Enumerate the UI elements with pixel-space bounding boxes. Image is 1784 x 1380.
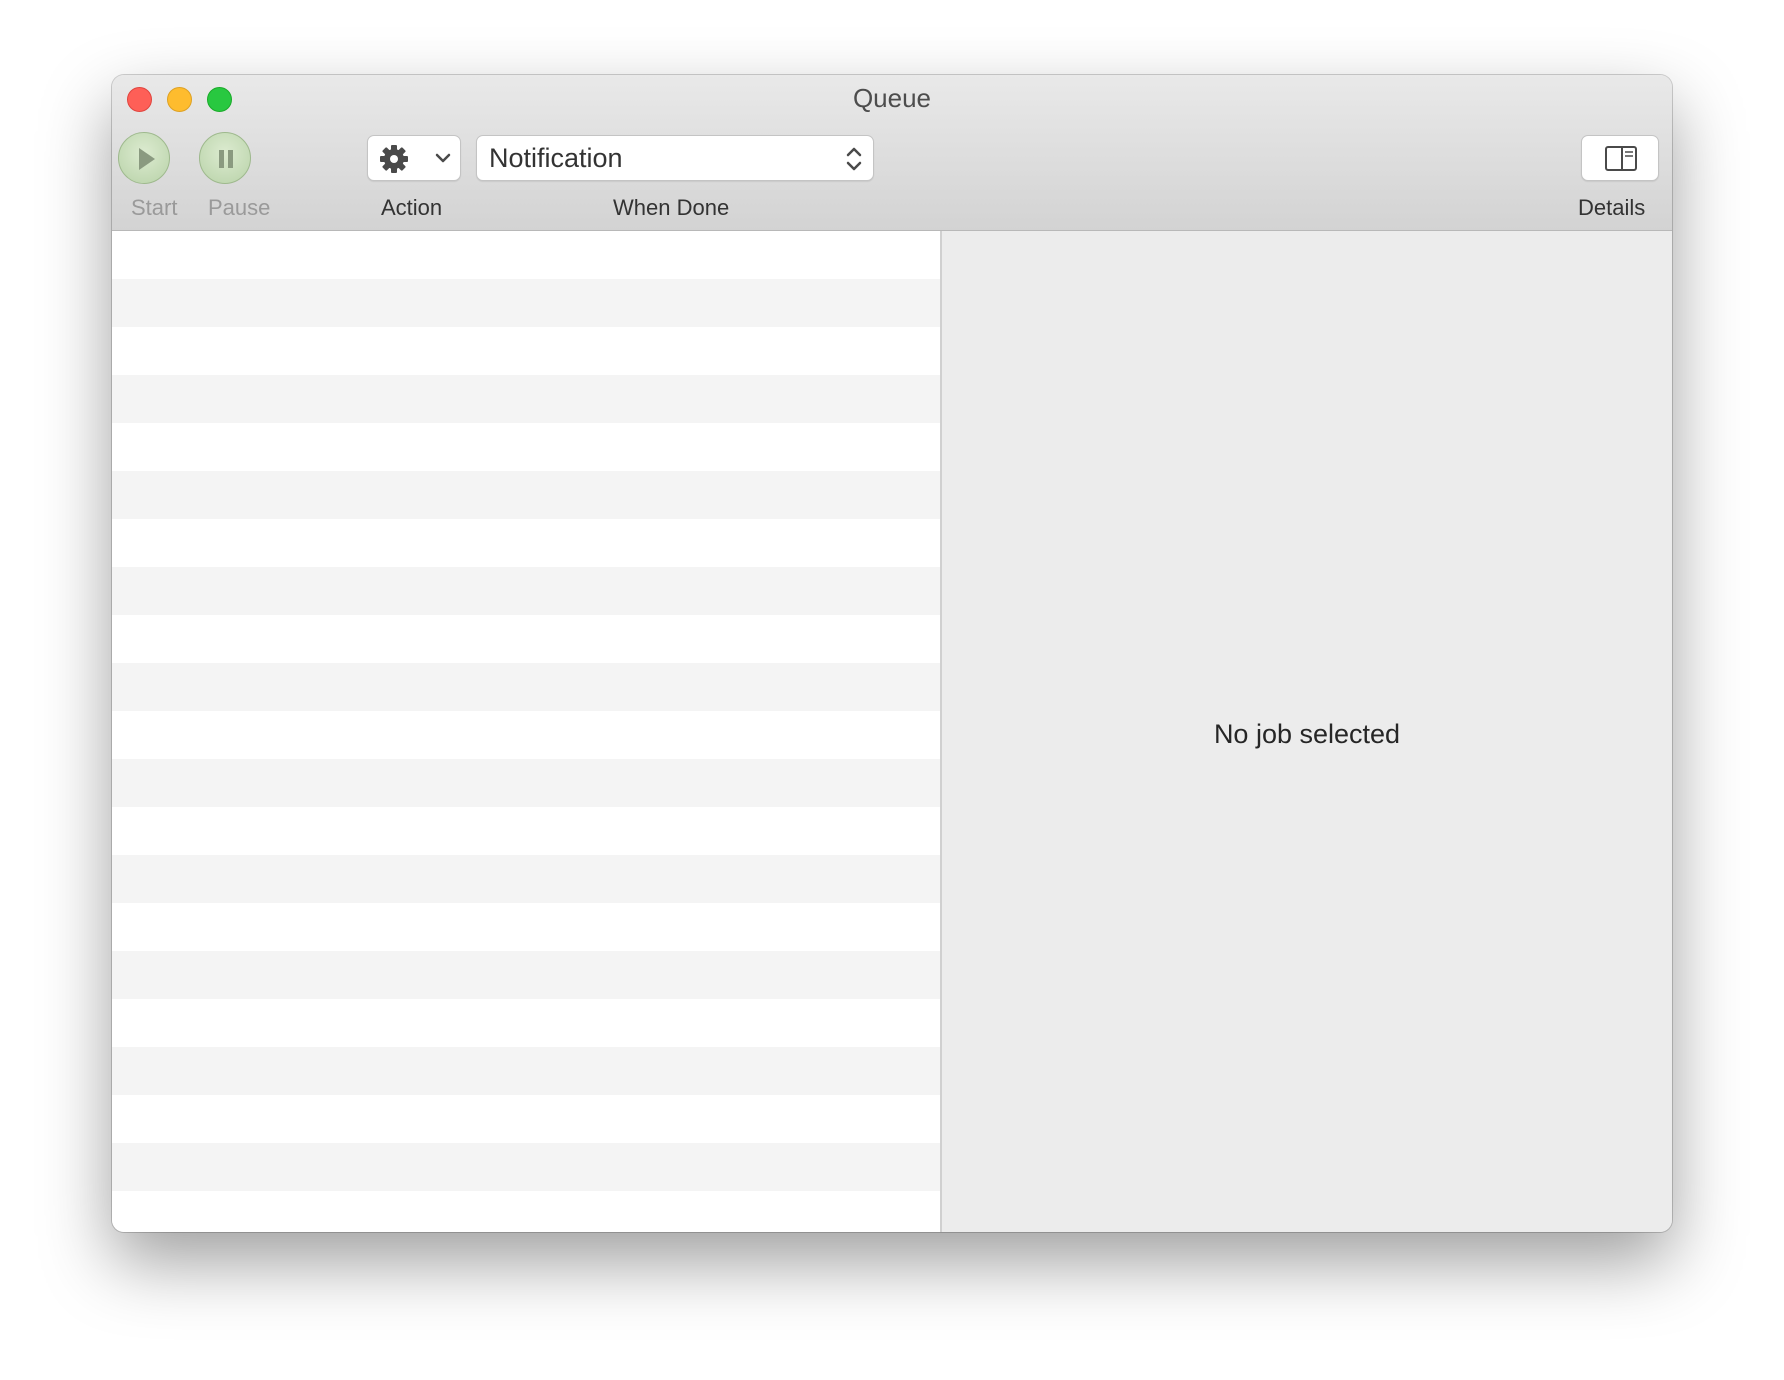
start-label: Start xyxy=(131,195,178,220)
pause-label: Pause xyxy=(208,195,271,220)
queue-list[interactable] xyxy=(112,231,940,1232)
when-done-label: When Done xyxy=(613,195,730,220)
action-button-graphics xyxy=(380,145,451,173)
empty-state-message: No job selected xyxy=(1213,719,1401,749)
start-button[interactable] xyxy=(118,132,170,184)
queue-window: Queue Start Pause Action Notification Wh… xyxy=(112,75,1672,1232)
when-done-value: Notification xyxy=(489,143,623,173)
action-label: Action xyxy=(381,195,443,220)
play-icon xyxy=(139,148,155,170)
chevron-down-icon xyxy=(435,153,451,163)
action-menu-button[interactable] xyxy=(367,135,461,181)
details-label: Details xyxy=(1578,195,1646,220)
when-done-popup[interactable]: Notification xyxy=(476,135,874,181)
toolbar: Queue Start Pause Action Notification Wh… xyxy=(112,75,1672,231)
window-title: Queue xyxy=(852,83,932,113)
pause-button[interactable] xyxy=(199,132,251,184)
gear-icon xyxy=(380,145,408,173)
pause-icon xyxy=(219,150,233,168)
details-toggle-button[interactable] xyxy=(1581,135,1659,181)
details-pane: No job selected xyxy=(942,231,1672,1232)
up-down-arrows-icon xyxy=(846,147,862,171)
sidebar-toggle-icon xyxy=(1605,146,1637,171)
